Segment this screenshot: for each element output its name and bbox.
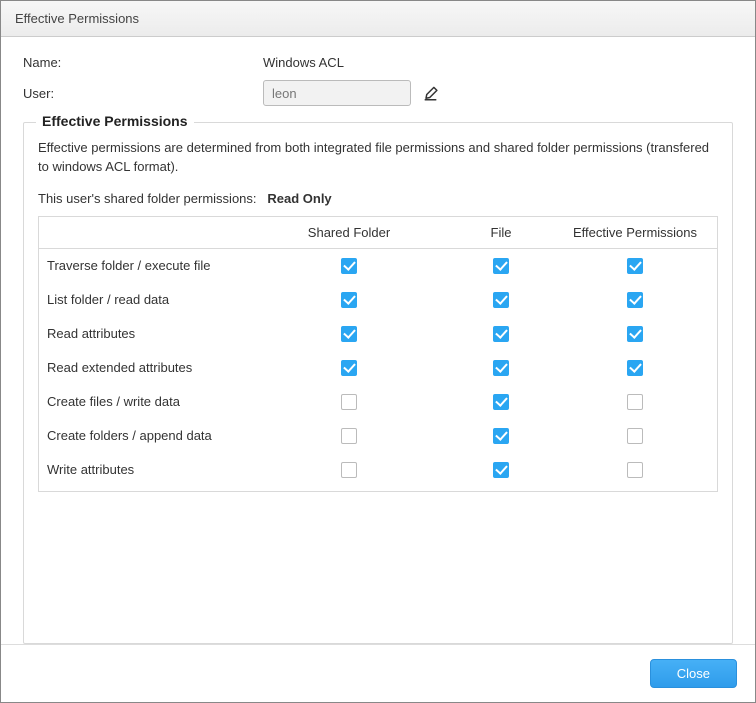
perm-name: Read extended attributes <box>39 360 249 375</box>
perm-name: Write attributes <box>39 462 249 477</box>
name-value: Windows ACL <box>263 55 344 70</box>
col-header-effective: Effective Permissions <box>553 217 717 249</box>
effective-permissions-window: Effective Permissions Name: Windows ACL … <box>0 0 756 703</box>
perm-file-cell <box>449 257 553 274</box>
description-text: Effective permissions are determined fro… <box>38 139 718 177</box>
close-button[interactable]: Close <box>650 659 737 688</box>
table-row: Read extended attributes <box>39 351 717 385</box>
perm-file-cell <box>449 427 553 444</box>
checkbox-checked-icon <box>493 292 509 308</box>
perm-shared-folder-cell <box>249 359 449 376</box>
effective-permissions-fieldset: Effective Permissions Effective permissi… <box>23 122 733 644</box>
fieldset-legend: Effective Permissions <box>36 113 194 129</box>
checkbox-checked-icon <box>341 292 357 308</box>
perm-effective-cell <box>553 359 717 376</box>
table-row: Write attributes <box>39 453 717 487</box>
perm-name: Create files / write data <box>39 394 249 409</box>
perm-effective-cell <box>553 257 717 274</box>
checkbox-checked-icon <box>627 326 643 342</box>
checkbox-checked-icon <box>627 360 643 376</box>
user-row: User: <box>23 80 733 106</box>
content-area: Name: Windows ACL User: Effective Permis… <box>1 37 755 644</box>
checkbox-unchecked-icon <box>341 394 357 410</box>
checkbox-checked-icon <box>341 326 357 342</box>
perm-file-cell <box>449 291 553 308</box>
edit-user-button[interactable] <box>421 82 443 104</box>
perm-effective-cell <box>553 461 717 478</box>
permissions-table-header: Shared Folder File Effective Permissions <box>39 217 717 249</box>
checkbox-checked-icon <box>493 394 509 410</box>
titlebar: Effective Permissions <box>1 1 755 37</box>
perm-file-cell <box>449 461 553 478</box>
permissions-table-body[interactable]: Traverse folder / execute file List folde… <box>39 249 717 492</box>
footer: Close <box>1 644 755 702</box>
perm-shared-folder-cell <box>249 393 449 410</box>
checkbox-unchecked-icon <box>341 462 357 478</box>
perm-effective-cell <box>553 427 717 444</box>
checkbox-unchecked-icon <box>627 428 643 444</box>
perm-shared-folder-cell <box>249 291 449 308</box>
col-header-file: File <box>449 217 553 249</box>
edit-icon <box>423 84 441 102</box>
user-label: User: <box>23 86 263 101</box>
perm-shared-folder-cell <box>249 257 449 274</box>
perm-shared-folder-cell <box>249 325 449 342</box>
shared-perm-line: This user's shared folder permissions: R… <box>38 191 718 206</box>
checkbox-checked-icon <box>493 462 509 478</box>
checkbox-checked-icon <box>627 292 643 308</box>
shared-perm-value: Read Only <box>267 191 331 206</box>
permissions-table: Shared Folder File Effective Permissions… <box>38 216 718 492</box>
checkbox-checked-icon <box>493 258 509 274</box>
user-input[interactable] <box>263 80 411 106</box>
table-row: Create folders / append data <box>39 419 717 453</box>
perm-file-cell <box>449 359 553 376</box>
checkbox-checked-icon <box>341 360 357 376</box>
table-row: Create files / write data <box>39 385 717 419</box>
checkbox-checked-icon <box>341 258 357 274</box>
name-label: Name: <box>23 55 263 70</box>
col-header-name <box>39 217 249 249</box>
perm-effective-cell <box>553 325 717 342</box>
table-row: Read attributes <box>39 317 717 351</box>
checkbox-checked-icon <box>627 258 643 274</box>
perm-name: List folder / read data <box>39 292 249 307</box>
col-header-shared-folder: Shared Folder <box>249 217 449 249</box>
window-title: Effective Permissions <box>15 11 139 26</box>
checkbox-checked-icon <box>493 360 509 376</box>
name-row: Name: Windows ACL <box>23 55 733 70</box>
perm-effective-cell <box>553 393 717 410</box>
shared-perm-label: This user's shared folder permissions: <box>38 191 257 206</box>
table-row: List folder / read data <box>39 283 717 317</box>
perm-name: Traverse folder / execute file <box>39 258 249 273</box>
perm-file-cell <box>449 393 553 410</box>
perm-shared-folder-cell <box>249 427 449 444</box>
checkbox-unchecked-icon <box>627 462 643 478</box>
checkbox-unchecked-icon <box>341 428 357 444</box>
checkbox-unchecked-icon <box>627 394 643 410</box>
checkbox-checked-icon <box>493 428 509 444</box>
perm-shared-folder-cell <box>249 461 449 478</box>
perm-effective-cell <box>553 291 717 308</box>
perm-file-cell <box>449 325 553 342</box>
perm-name: Create folders / append data <box>39 428 249 443</box>
table-row: Traverse folder / execute file <box>39 249 717 283</box>
perm-name: Read attributes <box>39 326 249 341</box>
checkbox-checked-icon <box>493 326 509 342</box>
